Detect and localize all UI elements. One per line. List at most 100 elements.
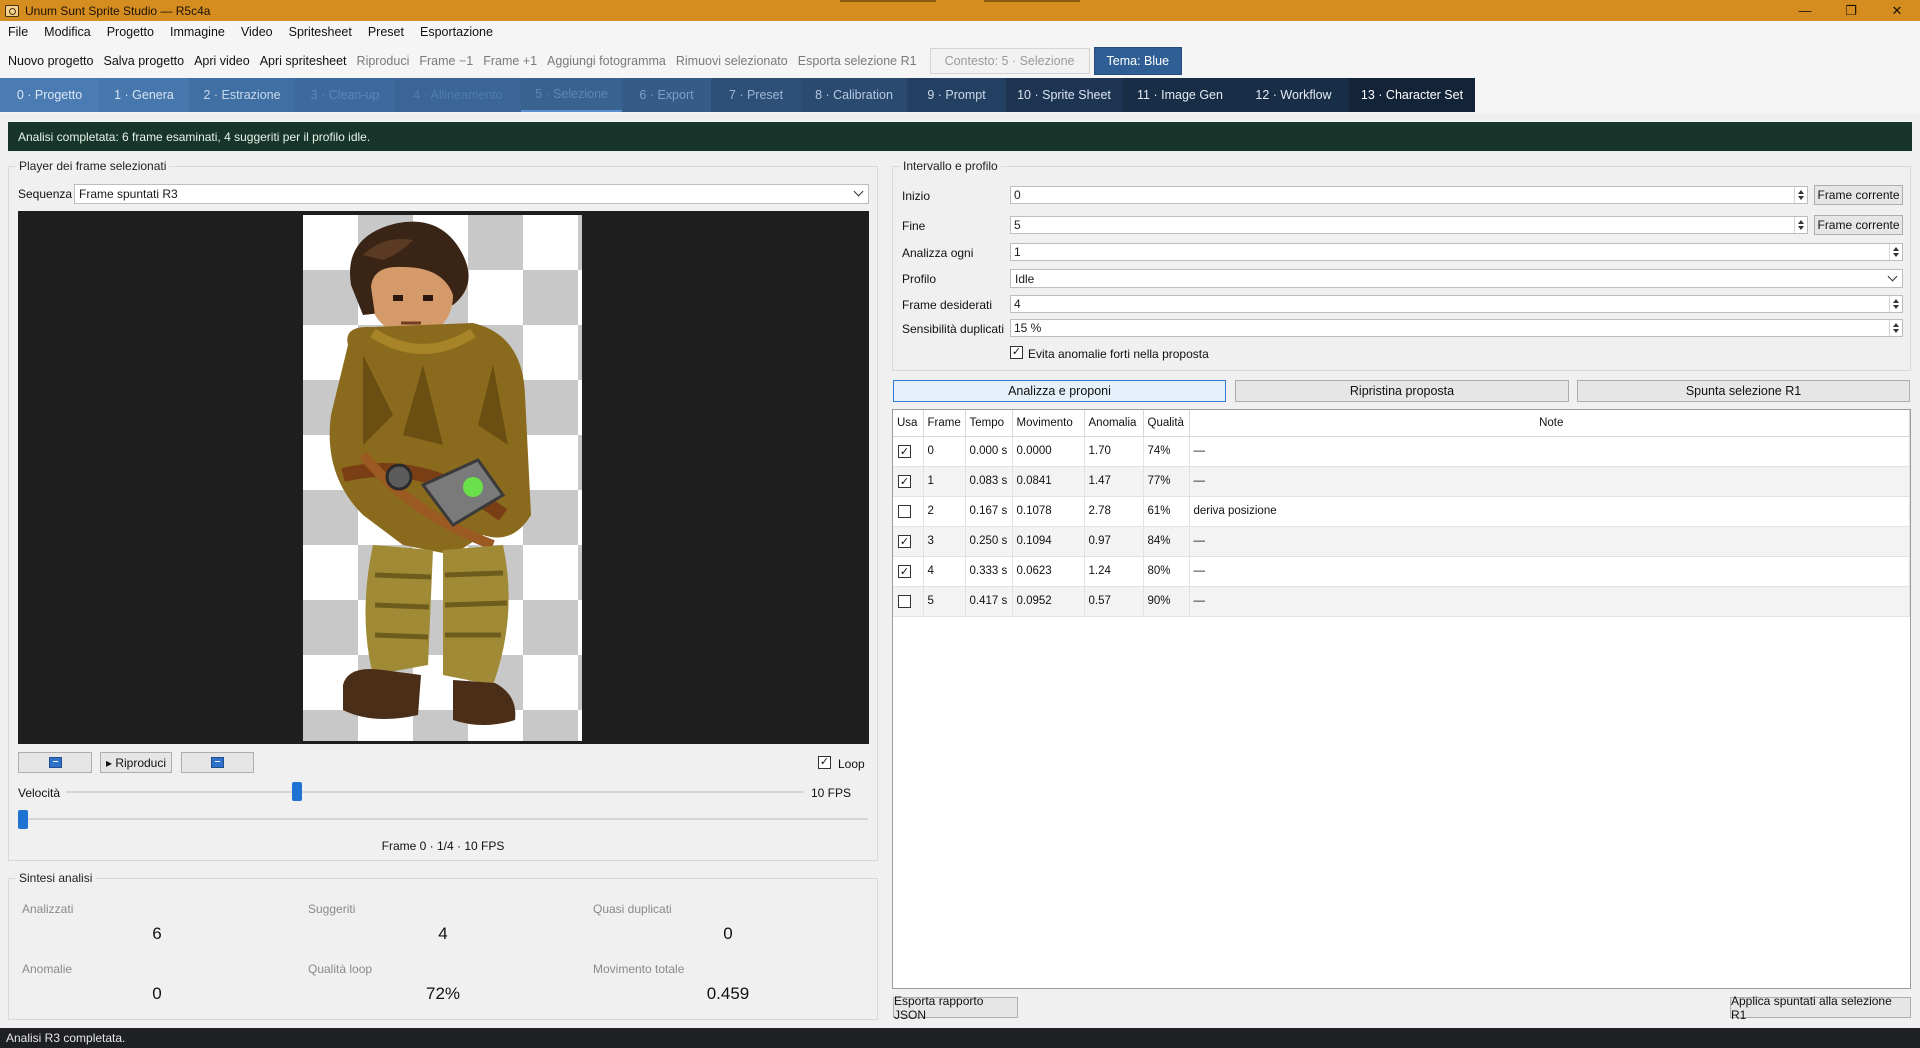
end-spinbox[interactable]: 5	[1010, 216, 1808, 234]
frames-table: Usa Frame Tempo Movimento Anomalia Quali…	[892, 409, 1911, 989]
menu-immagine[interactable]: Immagine	[162, 25, 233, 39]
check-r1-button[interactable]: Spunta selezione R1	[1577, 380, 1910, 402]
table-row[interactable]: ✓ 3 0.250 s 0.1094 0.97 84% —	[893, 526, 1910, 557]
start-spinbox[interactable]: 0	[1010, 186, 1808, 204]
col-header-quality[interactable]: Qualità	[1143, 410, 1190, 437]
tab-step-3[interactable]: 3 · Clean-up	[295, 78, 395, 112]
menu-preset[interactable]: Preset	[360, 25, 412, 39]
table-row[interactable]: ✓ 4 0.333 s 0.0623 1.24 80% —	[893, 556, 1910, 587]
frame-info: Frame 0 · 1/4 · 10 FPS	[381, 839, 505, 853]
spin-arrows-icon[interactable]	[1794, 187, 1807, 203]
row-use-cell	[893, 496, 924, 527]
profile-select[interactable]: Idle	[1010, 269, 1903, 288]
spin-arrows-icon[interactable]	[1889, 244, 1902, 260]
open-video-button[interactable]: Apri video	[189, 54, 255, 68]
tab-step-6[interactable]: 6 · Export	[622, 78, 711, 112]
first-frame-button[interactable]	[18, 752, 92, 773]
dup-sensitivity-spinbox[interactable]: 15 %	[1010, 319, 1903, 337]
table-row[interactable]: 2 0.167 s 0.1078 2.78 61% deriva posizione	[893, 496, 1910, 527]
menu-video[interactable]: Video	[233, 25, 281, 39]
export-selection-button[interactable]: Esporta selezione R1	[793, 54, 922, 68]
spin-arrows-icon[interactable]	[1794, 217, 1807, 233]
frame-next-button[interactable]: Frame +1	[478, 54, 542, 68]
col-header-frame[interactable]: Frame	[923, 410, 966, 437]
tab-step-12[interactable]: 12 · Workflow	[1238, 78, 1349, 112]
frame-position-track[interactable]	[18, 818, 868, 820]
speed-slider-thumb[interactable]	[291, 782, 302, 801]
tab-step-7[interactable]: 7 · Preset	[711, 78, 801, 112]
row-use-checkbox[interactable]: ✓	[898, 534, 911, 548]
summary-group-title: Sintesi analisi	[16, 871, 96, 885]
start-current-frame-button[interactable]: Frame corrente	[1814, 185, 1903, 205]
open-spritesheet-button[interactable]: Apri spritesheet	[255, 54, 352, 68]
frame-prev-button[interactable]: Frame −1	[414, 54, 478, 68]
col-header-use[interactable]: Usa	[893, 410, 924, 437]
tab-step-13[interactable]: 13 · Character Set	[1349, 78, 1475, 112]
spin-arrows-icon[interactable]	[1889, 296, 1902, 312]
avoid-anomalies-label: Evita anomalie forti nella proposta	[1028, 347, 1209, 361]
row-use-checkbox[interactable]	[898, 504, 911, 518]
reset-proposal-button[interactable]: Ripristina proposta	[1235, 380, 1569, 402]
minimize-button[interactable]: —	[1782, 0, 1828, 21]
row-use-checkbox[interactable]: ✓	[898, 444, 911, 458]
spin-arrows-icon[interactable]	[1889, 320, 1902, 336]
menu-file[interactable]: File	[0, 25, 36, 39]
col-header-time[interactable]: Tempo	[965, 410, 1013, 437]
row-anomaly: 0.97	[1084, 526, 1144, 557]
col-header-movement[interactable]: Movimento	[1012, 410, 1085, 437]
tab-step-8[interactable]: 8 · Calibration	[801, 78, 907, 112]
end-current-frame-button[interactable]: Frame corrente	[1814, 215, 1903, 235]
total-movement-value: 0.459	[706, 984, 750, 1003]
last-frame-button[interactable]	[181, 752, 254, 773]
tab-step-5[interactable]: 5 · Selezione	[521, 78, 622, 112]
tab-step-4[interactable]: 4 · Allineamento	[395, 78, 521, 112]
tab-step-2[interactable]: 2 · Estrazione	[189, 78, 295, 112]
row-use-checkbox[interactable]: ✓	[898, 474, 911, 488]
chevron-down-icon	[1887, 271, 1898, 282]
avoid-anomalies-checkbox[interactable]: ✓	[1010, 346, 1023, 359]
table-row[interactable]: ✓ 1 0.083 s 0.0841 1.47 77% —	[893, 466, 1910, 497]
analyze-button[interactable]: Analizza e proponi	[893, 380, 1226, 402]
frame-position-thumb[interactable]	[18, 810, 28, 829]
row-use-checkbox[interactable]	[898, 594, 911, 608]
menu-spritesheet[interactable]: Spritesheet	[281, 25, 360, 39]
table-row[interactable]: 5 0.417 s 0.0952 0.57 90% —	[893, 586, 1910, 617]
tab-step-10[interactable]: 10 · Sprite Sheet	[1006, 78, 1122, 112]
table-row[interactable]: ✓ 0 0.000 s 0.0000 1.70 74% —	[893, 436, 1910, 467]
tab-step-11[interactable]: 11 · Image Gen	[1122, 78, 1238, 112]
new-project-button[interactable]: Nuovo progetto	[3, 54, 98, 68]
col-header-note[interactable]: Note	[1189, 410, 1910, 437]
apply-selection-button[interactable]: Applica spuntati alla selezione R1	[1730, 994, 1911, 1022]
menu-progetto[interactable]: Progetto	[99, 25, 162, 39]
menu-modifica[interactable]: Modifica	[36, 25, 99, 39]
sequence-select[interactable]: Frame spuntati R3	[74, 184, 869, 204]
step-spinbox[interactable]: 1	[1010, 243, 1903, 261]
speed-slider-track[interactable]	[66, 791, 804, 793]
step-value: 1	[1014, 245, 1021, 259]
play-button[interactable]: ▸ Riproduci	[100, 752, 172, 773]
desired-frames-spinbox[interactable]: 4	[1010, 295, 1903, 313]
play-toolbar-button[interactable]: Riproduci	[352, 54, 415, 68]
row-use-checkbox[interactable]: ✓	[898, 564, 911, 578]
remove-selected-button[interactable]: Rimuovi selezionato	[671, 54, 793, 68]
add-frame-button[interactable]: Aggiungi fotogramma	[542, 54, 671, 68]
context-indicator: Contesto: 5 · Selezione	[929, 47, 1090, 74]
theme-button[interactable]: Tema: Blue	[1093, 46, 1183, 75]
tab-step-0[interactable]: 0 · Progetto	[0, 78, 99, 112]
row-note: deriva posizione	[1189, 496, 1910, 527]
export-json-button[interactable]: Esporta rapporto JSON	[893, 994, 1018, 1022]
suggested-value: 4	[438, 924, 448, 943]
menu-bar: File Modifica Progetto Immagine Video Sp…	[0, 21, 1920, 43]
row-movement: 0.1094	[1012, 526, 1085, 557]
loop-checkbox[interactable]: ✓	[818, 756, 831, 769]
row-time: 0.167 s	[965, 496, 1013, 527]
row-note: —	[1189, 436, 1910, 467]
close-button[interactable]: ✕	[1874, 0, 1920, 21]
row-quality: 90%	[1143, 586, 1190, 617]
save-project-button[interactable]: Salva progetto	[98, 54, 189, 68]
tab-step-9[interactable]: 9 · Prompt	[907, 78, 1006, 112]
col-header-anomaly[interactable]: Anomalia	[1084, 410, 1144, 437]
tab-step-1[interactable]: 1 · Genera	[99, 78, 189, 112]
menu-esportazione[interactable]: Esportazione	[412, 25, 501, 39]
maximize-button[interactable]: ❐	[1828, 0, 1874, 21]
